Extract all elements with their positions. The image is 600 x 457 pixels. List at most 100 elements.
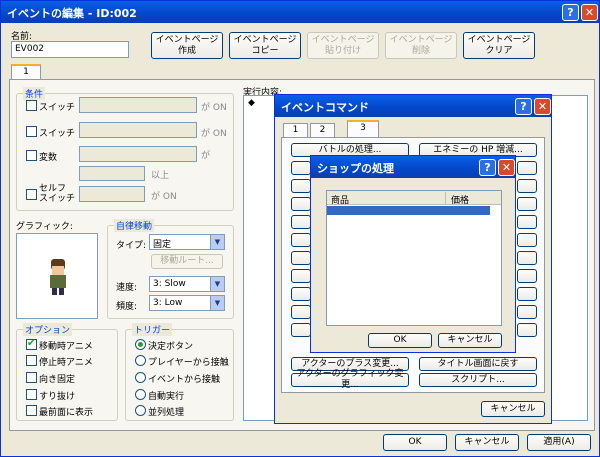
shop-col-divider xyxy=(445,192,446,204)
command-button[interactable] xyxy=(291,197,311,211)
trigger-parallel-radio[interactable] xyxy=(135,405,146,416)
step-anim-checkbox[interactable] xyxy=(26,355,37,366)
command-button[interactable] xyxy=(517,179,537,193)
paste-page-button[interactable]: イベントページ 貼り付け xyxy=(307,32,379,59)
trigger-label: 並列処理 xyxy=(148,408,185,418)
event-command-title: イベントコマンド xyxy=(281,101,369,114)
type-label: タイプ: xyxy=(116,241,147,251)
shop-item-list[interactable]: 商品 価格 xyxy=(326,190,502,326)
switch1-select[interactable] xyxy=(79,97,197,113)
option-label: 移動時アニメ xyxy=(39,342,93,352)
speed-select[interactable]: 3: Slow ▼ xyxy=(149,276,225,292)
freq-select[interactable]: 3: Low ▼ xyxy=(149,295,225,311)
return-to-title-button[interactable]: タイトル画面に戻す xyxy=(419,357,537,371)
ok-button[interactable]: OK xyxy=(383,434,447,451)
create-page-button[interactable]: イベントページ 作成 xyxy=(151,32,223,59)
chevron-down-icon: ▼ xyxy=(210,235,224,249)
command-cancel-button[interactable]: キャンセル xyxy=(481,401,545,417)
variable-select[interactable] xyxy=(79,146,197,162)
always-on-top-checkbox[interactable] xyxy=(26,405,37,416)
self-switch-select[interactable] xyxy=(79,186,145,202)
freq-value: 3: Low xyxy=(153,298,183,308)
close-icon[interactable]: ✕ xyxy=(498,159,515,176)
variable-label: 変数 xyxy=(39,153,58,163)
shop-ok-button[interactable]: OK xyxy=(368,333,432,348)
trigger-autorun-radio[interactable] xyxy=(135,389,146,400)
move-route-button[interactable]: 移動ルート... xyxy=(151,254,223,269)
shop-col-price[interactable]: 価格 xyxy=(451,193,469,206)
self-switch-checkbox[interactable] xyxy=(26,189,37,200)
tab-page-1[interactable]: 1 xyxy=(11,64,41,80)
tab-command-2[interactable]: 2 xyxy=(310,123,335,137)
event-command-titlebar[interactable]: イベントコマンド xyxy=(275,95,551,117)
shop-title: ショップの処理 xyxy=(317,162,394,175)
copy-page-button[interactable]: イベントページ コピー xyxy=(229,32,301,59)
shop-selected-row[interactable] xyxy=(327,206,490,215)
exec-bullet: ◆ xyxy=(248,98,255,108)
command-button[interactable] xyxy=(291,215,311,229)
switch1-checkbox[interactable] xyxy=(26,100,37,111)
command-button[interactable] xyxy=(517,197,537,211)
trigger-event-touch-radio[interactable] xyxy=(135,372,146,383)
variable-value-field[interactable] xyxy=(79,166,145,181)
command-button[interactable] xyxy=(291,269,311,283)
command-button[interactable] xyxy=(517,215,537,229)
switch2-select[interactable] xyxy=(79,122,197,138)
command-button[interactable] xyxy=(517,251,537,265)
switch2-ga-on: が ON xyxy=(201,129,227,139)
command-button[interactable] xyxy=(517,269,537,283)
graphic-label: グラフィック: xyxy=(16,222,73,232)
help-icon[interactable]: ? xyxy=(562,4,579,21)
command-button[interactable] xyxy=(291,161,311,175)
tab-command-1[interactable]: 1 xyxy=(283,123,308,137)
cancel-button[interactable]: キャンセル xyxy=(455,434,519,451)
shop-list-header xyxy=(327,191,501,205)
option-label: すり抜け xyxy=(39,392,76,402)
name-field[interactable]: EV002 xyxy=(11,41,129,58)
trigger-label: 決定ボタン xyxy=(148,342,194,352)
command-button[interactable] xyxy=(291,233,311,247)
command-button[interactable] xyxy=(291,305,311,319)
option-label: 向き固定 xyxy=(39,375,76,385)
walk-anim-checkbox[interactable]: ✔ xyxy=(26,338,37,350)
type-select[interactable]: 固定 ▼ xyxy=(149,234,225,250)
close-icon[interactable]: ✕ xyxy=(581,4,598,21)
tab-command-3[interactable]: 3 xyxy=(347,120,379,137)
chevron-down-icon: ▼ xyxy=(210,296,224,310)
through-checkbox[interactable] xyxy=(26,389,37,400)
switch1-ga-on: が ON xyxy=(201,103,227,113)
shop-col-item[interactable]: 商品 xyxy=(331,193,349,206)
command-button[interactable] xyxy=(291,251,311,265)
command-button[interactable] xyxy=(517,233,537,247)
script-button[interactable]: スクリプト... xyxy=(419,373,537,387)
command-button[interactable] xyxy=(517,161,537,175)
delete-page-button[interactable]: イベントページ 削除 xyxy=(385,32,457,59)
chevron-down-icon: ▼ xyxy=(210,277,224,291)
help-icon[interactable]: ? xyxy=(479,159,496,176)
switch1-label: スイッチ xyxy=(39,103,76,113)
shop-cancel-button[interactable]: キャンセル xyxy=(438,333,502,348)
trigger-action-radio[interactable] xyxy=(135,339,146,350)
command-button[interactable] xyxy=(517,323,537,337)
help-icon[interactable]: ? xyxy=(515,98,532,115)
command-button[interactable] xyxy=(517,305,537,319)
character-sprite-icon xyxy=(50,259,66,295)
command-button[interactable] xyxy=(517,287,537,301)
switch2-checkbox[interactable] xyxy=(26,126,37,137)
apply-button[interactable]: 適用(A) xyxy=(527,434,591,451)
close-icon[interactable]: ✕ xyxy=(534,98,551,115)
event-editor-titlebar[interactable]: イベントの編集 - ID:002 xyxy=(1,1,599,23)
variable-checkbox[interactable] xyxy=(26,150,37,161)
ijou-label: 以上 xyxy=(151,171,170,181)
direction-fix-checkbox[interactable] xyxy=(26,372,37,383)
option-label: 最前面に表示 xyxy=(39,408,94,418)
actor-graphic-change-button[interactable]: アクターのグラフィック変更... xyxy=(291,369,409,390)
command-button[interactable] xyxy=(291,323,311,337)
graphic-preview[interactable] xyxy=(16,233,98,319)
command-button[interactable] xyxy=(291,179,311,193)
trigger-player-touch-radio[interactable] xyxy=(135,355,146,366)
command-button[interactable] xyxy=(291,287,311,301)
clear-page-button[interactable]: イベントページ クリア xyxy=(463,32,535,59)
options-title: オプション xyxy=(23,323,73,336)
option-label: 停止時アニメ xyxy=(39,358,93,368)
